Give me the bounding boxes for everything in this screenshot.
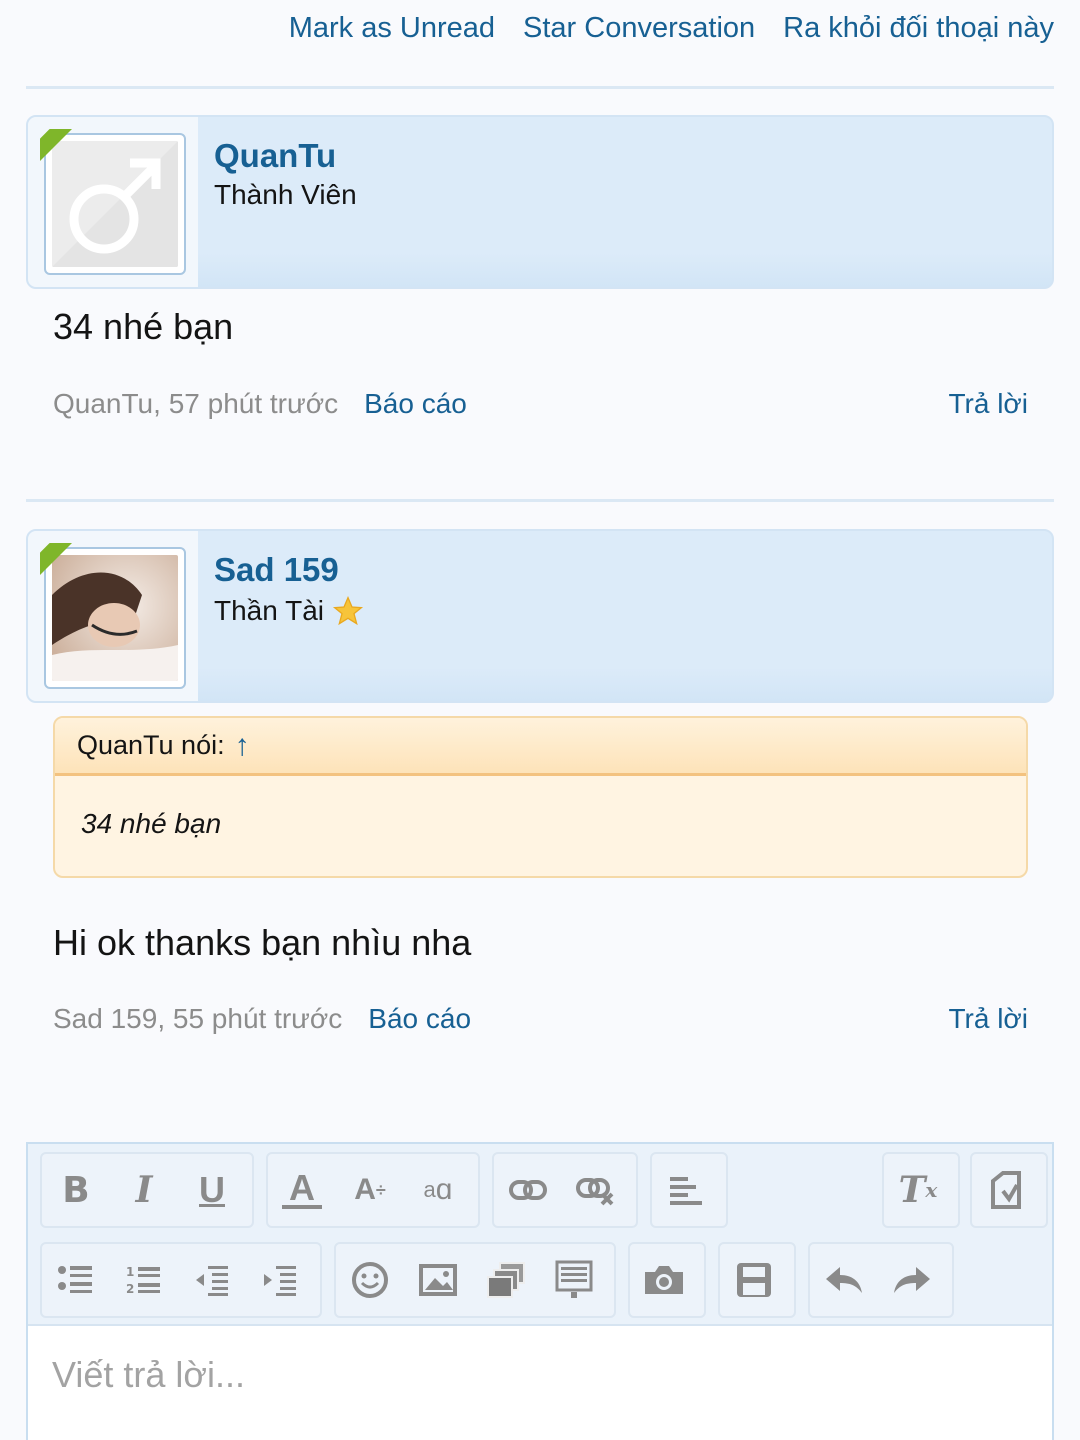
bold-icon[interactable]: B <box>42 1154 110 1226</box>
toolbar-group-links <box>492 1152 638 1228</box>
username-link[interactable]: QuanTu <box>214 137 336 175</box>
image-icon[interactable] <box>404 1244 472 1316</box>
reply-link[interactable]: Trả lời <box>948 388 1028 420</box>
message-author-time[interactable]: QuanTu, 57 phút trước <box>53 388 338 420</box>
divider <box>26 86 1054 89</box>
align-icon[interactable] <box>652 1154 720 1226</box>
quote-header: QuanTu nói: ↑ <box>55 718 1026 776</box>
star-conversation-link[interactable]: Star Conversation <box>523 12 755 45</box>
redo-icon[interactable] <box>878 1244 946 1316</box>
user-title: Thành Viên <box>214 179 357 210</box>
font-size-icon[interactable]: A ÷ <box>336 1154 404 1226</box>
editor-placeholder: Viết trả lời... <box>52 1354 246 1395</box>
message-text: 34 nhé bạn <box>53 306 234 347</box>
underline-icon[interactable]: U <box>178 1154 246 1226</box>
font-color-icon[interactable]: A <box>268 1154 336 1226</box>
default-male-avatar-icon <box>52 141 178 267</box>
font-family-icon[interactable]: aɑ <box>404 1154 472 1226</box>
save-draft-icon[interactable] <box>720 1244 788 1316</box>
message-meta: QuanTu, 57 phút trước Báo cáo Trả lời <box>53 388 1028 420</box>
toolbar-group-photo <box>628 1242 706 1318</box>
svg-text:1: 1 <box>126 1265 134 1279</box>
reply-textarea[interactable]: Viết trả lời... <box>28 1324 1052 1440</box>
remove-format-icon[interactable]: Tx <box>884 1154 952 1226</box>
toolbar-group-format: Tx <box>882 1152 960 1228</box>
avatar[interactable] <box>44 133 186 275</box>
unlink-icon[interactable] <box>562 1154 630 1226</box>
toolbar-group-insert <box>334 1242 616 1318</box>
smilie-icon[interactable] <box>336 1244 404 1316</box>
toggle-bbcode-icon[interactable] <box>972 1154 1040 1226</box>
media-icon[interactable] <box>472 1244 540 1316</box>
user-title: Thần Tài <box>214 595 364 627</box>
ordered-list-icon[interactable]: 12 <box>110 1244 178 1316</box>
quote-block: QuanTu nói: ↑ 34 nhé bạn <box>53 716 1028 878</box>
message-meta: Sad 159, 55 phút trước Báo cáo Trả lời <box>53 1003 1028 1035</box>
undo-icon[interactable] <box>810 1244 878 1316</box>
reply-link[interactable]: Trả lời <box>948 1003 1028 1035</box>
quote-text: 34 nhé bạn <box>81 808 222 839</box>
toolbar-group-font: A A ÷ aɑ <box>266 1152 480 1228</box>
message-text: Hi ok thanks bạn nhìu nha <box>53 922 472 963</box>
report-link[interactable]: Báo cáo <box>364 388 467 420</box>
message-user-info: QuanTu Thành Viên <box>26 115 1054 289</box>
mark-unread-link[interactable]: Mark as Unread <box>289 12 495 45</box>
leave-conversation-link[interactable]: Ra khỏi đối thoại này <box>783 12 1054 45</box>
jump-to-quoted-icon[interactable]: ↑ <box>235 729 250 763</box>
camera-icon[interactable] <box>630 1244 698 1316</box>
message-user-info: Sad 159 Thần Tài <box>26 529 1054 703</box>
toolbar-group-mode <box>970 1152 1048 1228</box>
user-photo-avatar <box>52 555 178 681</box>
link-icon[interactable] <box>494 1154 562 1226</box>
report-link[interactable]: Báo cáo <box>368 1003 471 1035</box>
unordered-list-icon[interactable] <box>42 1244 110 1316</box>
indent-icon[interactable] <box>246 1244 314 1316</box>
toolbar-group-lists: 12 <box>40 1242 322 1318</box>
conversation-actions: Mark as Unread Star Conversation Ra khỏi… <box>289 12 1054 45</box>
svg-text:2: 2 <box>126 1282 134 1296</box>
star-icon <box>332 595 364 626</box>
code-icon[interactable] <box>540 1244 608 1316</box>
toolbar-group-align <box>650 1152 728 1228</box>
message-author-time[interactable]: Sad 159, 55 phút trước <box>53 1003 342 1035</box>
reply-editor: B I U A A ÷ aɑ Tx 12 Viết trả lời... <box>26 1142 1054 1440</box>
username-link[interactable]: Sad 159 <box>214 551 339 589</box>
outdent-icon[interactable] <box>178 1244 246 1316</box>
toolbar-group-history <box>808 1242 954 1318</box>
toolbar-group-draft <box>718 1242 796 1318</box>
avatar[interactable] <box>44 547 186 689</box>
italic-icon[interactable]: I <box>110 1154 178 1226</box>
toolbar-group-text-style: B I U <box>40 1152 254 1228</box>
divider <box>26 499 1054 502</box>
